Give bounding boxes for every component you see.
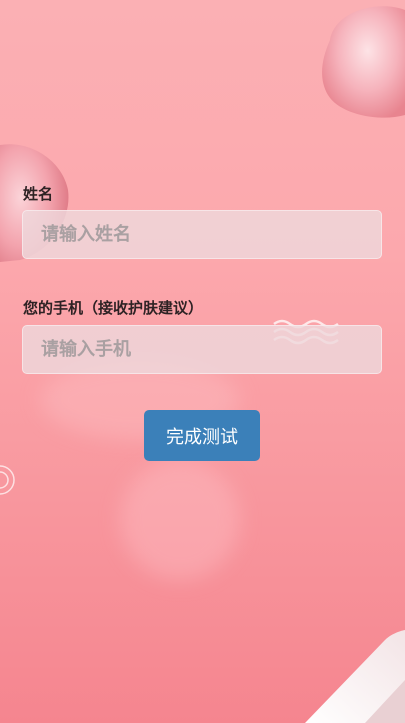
phone-label: 您的手机（接收护肤建议） <box>23 299 204 317</box>
spiral-icon <box>0 465 15 495</box>
ribbon-icon <box>305 630 405 723</box>
rose-petal-icon <box>322 6 405 118</box>
background-glow <box>120 460 240 580</box>
name-input[interactable] <box>22 210 382 259</box>
name-label: 姓名 <box>23 185 54 203</box>
phone-input[interactable] <box>22 325 382 374</box>
submit-test-button[interactable]: 完成测试 <box>144 410 260 461</box>
